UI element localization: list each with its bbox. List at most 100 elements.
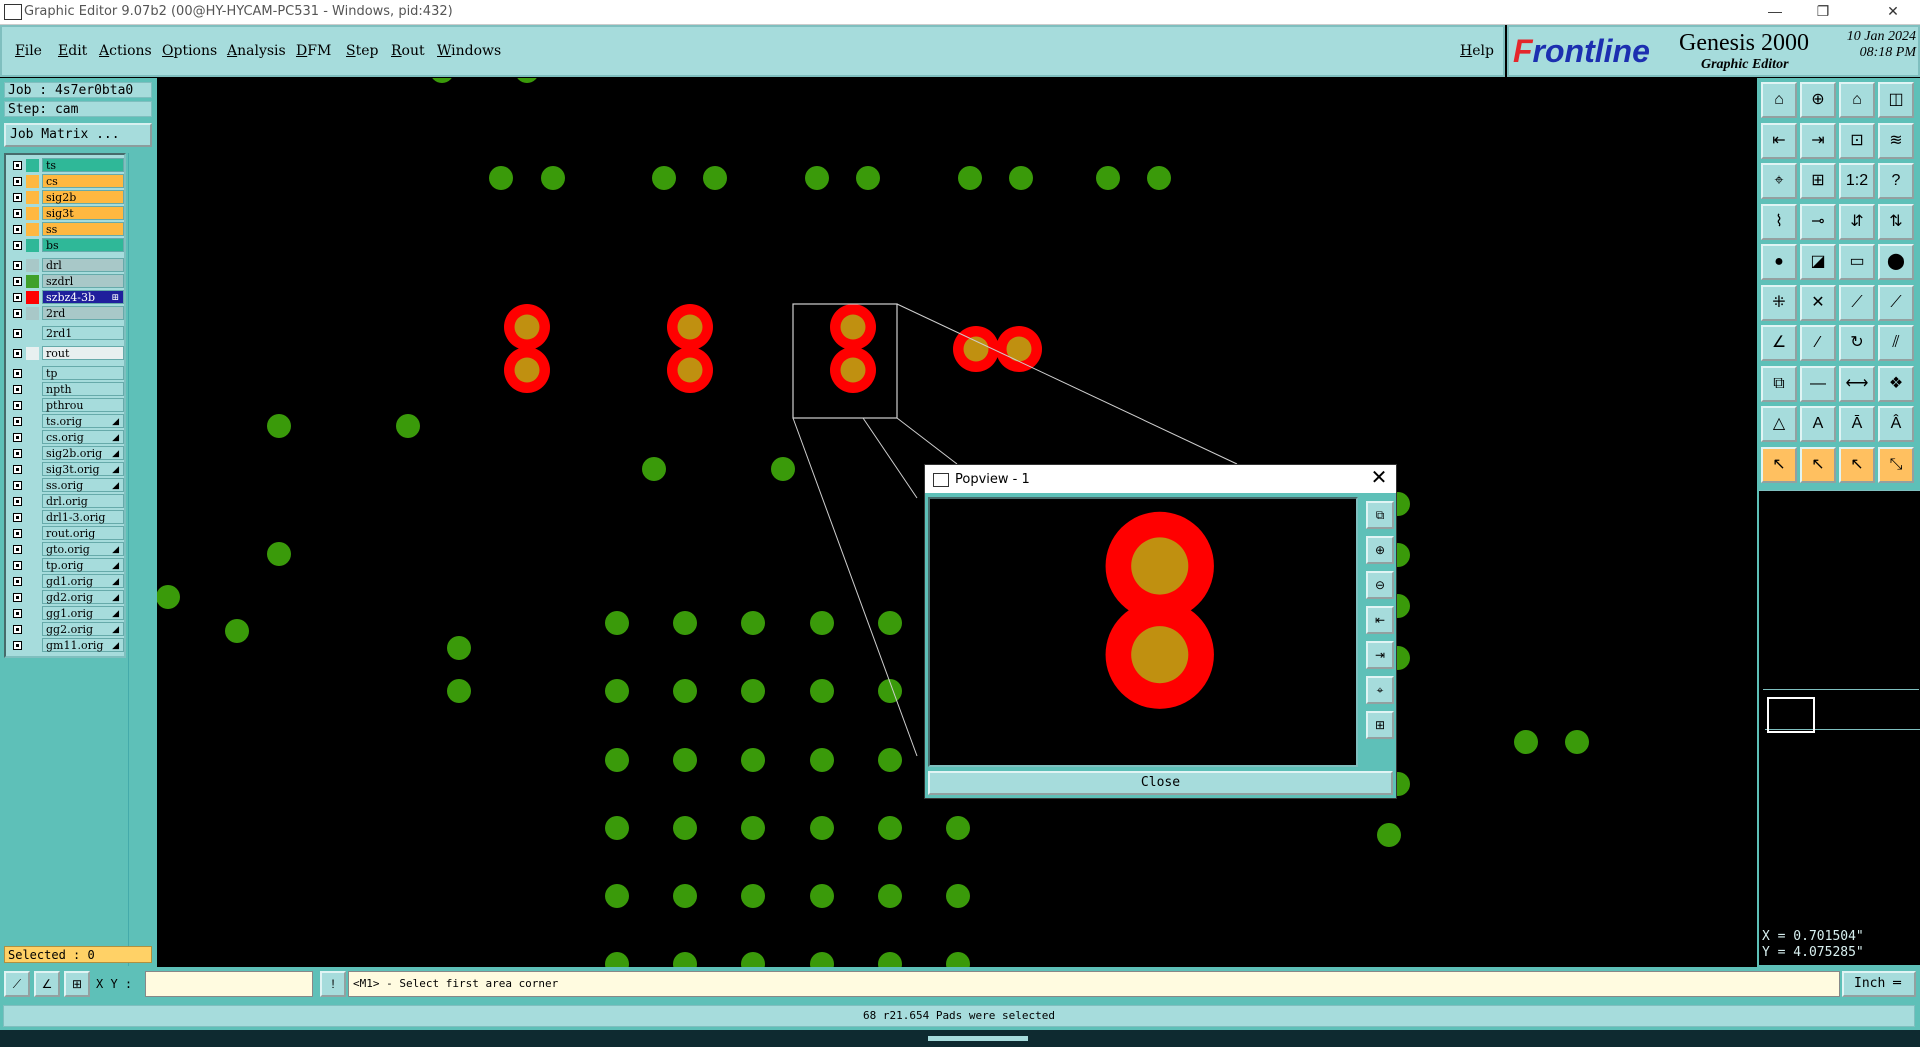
layer-row-gto.orig[interactable]: gto.orig ◢ bbox=[8, 542, 124, 557]
pan-right-icon[interactable]: ⇥ bbox=[1800, 122, 1836, 159]
close-window-button[interactable]: ✕ bbox=[1870, 0, 1916, 24]
layer-color-swatch[interactable] bbox=[26, 607, 39, 620]
layer-checkbox[interactable] bbox=[13, 625, 22, 634]
triangle-icon[interactable]: △ bbox=[1761, 406, 1797, 442]
green-pad[interactable] bbox=[673, 748, 697, 772]
layer-name[interactable]: drl1-3.orig bbox=[42, 510, 124, 524]
layer-row-pthrou[interactable]: pthrou bbox=[8, 398, 124, 413]
green-pad[interactable] bbox=[810, 611, 834, 635]
intersect-icon[interactable]: ✕ bbox=[1800, 284, 1836, 321]
layer-row-sig3t[interactable]: sig3t bbox=[8, 206, 124, 221]
green-pad[interactable] bbox=[1377, 823, 1401, 847]
zoom-fit-icon[interactable]: ⌖ bbox=[1761, 163, 1797, 199]
help-icon[interactable]: ? bbox=[1878, 163, 1914, 199]
line-node-icon[interactable]: ⟋ bbox=[1839, 284, 1875, 321]
layer-checkbox[interactable] bbox=[13, 369, 22, 378]
measure-icon[interactable]: ⊸ bbox=[1800, 203, 1836, 240]
layer-color-swatch[interactable] bbox=[26, 175, 39, 188]
green-pad[interactable] bbox=[673, 611, 697, 635]
layer-name[interactable]: szbz4-3b ⊞ bbox=[42, 290, 124, 304]
green-pad[interactable] bbox=[1096, 166, 1120, 190]
layer-color-swatch[interactable] bbox=[26, 327, 39, 340]
green-pad[interactable] bbox=[958, 166, 982, 190]
layer-checkbox[interactable] bbox=[13, 497, 22, 506]
layer-row-drl[interactable]: drl bbox=[8, 258, 124, 273]
layer-checkbox[interactable] bbox=[13, 277, 22, 286]
layer-checkbox[interactable] bbox=[13, 401, 22, 410]
menu-edit[interactable]: Edit bbox=[58, 43, 87, 59]
layer-name[interactable]: ts bbox=[42, 158, 124, 172]
layer-checkbox[interactable] bbox=[13, 177, 22, 186]
green-pad[interactable] bbox=[673, 679, 697, 703]
green-pad[interactable] bbox=[878, 611, 902, 635]
green-pad[interactable] bbox=[673, 816, 697, 840]
popview-zoom-home-icon[interactable]: ⧉ bbox=[1366, 501, 1394, 529]
layer-color-swatch[interactable] bbox=[26, 479, 39, 492]
selected-pad-core[interactable] bbox=[840, 314, 866, 340]
layer-name[interactable]: tp.orig ◢ bbox=[42, 558, 124, 572]
fit-screen-icon[interactable]: ⊡ bbox=[1839, 122, 1875, 159]
layer-checkbox[interactable] bbox=[13, 261, 22, 270]
layer-row-bs[interactable]: bs bbox=[8, 238, 124, 253]
line-mode-icon[interactable]: ⟋ bbox=[4, 971, 30, 997]
layer-name[interactable]: 2rd1 bbox=[42, 326, 124, 340]
layer-row-tp.orig[interactable]: tp.orig ◢ bbox=[8, 558, 124, 573]
green-pad[interactable] bbox=[489, 166, 513, 190]
menu-help[interactable]: Help bbox=[1460, 43, 1494, 59]
layer-checkbox[interactable] bbox=[13, 593, 22, 602]
zoom-home2-icon[interactable]: ⌂ bbox=[1839, 82, 1875, 118]
green-pad[interactable] bbox=[267, 414, 291, 438]
selected-pad-core[interactable] bbox=[963, 336, 989, 362]
layer-name[interactable]: 2rd bbox=[42, 306, 124, 320]
layer-color-swatch[interactable] bbox=[26, 527, 39, 540]
menu-step[interactable]: Step bbox=[346, 43, 378, 59]
layer-name[interactable]: cs.orig ◢ bbox=[42, 430, 124, 444]
layer-color-swatch[interactable] bbox=[26, 191, 39, 204]
pan-left-icon[interactable]: ⇤ bbox=[1761, 122, 1797, 159]
green-pad[interactable] bbox=[741, 884, 765, 908]
popview-close-icon[interactable]: ✕ bbox=[1365, 467, 1393, 491]
layer-checkbox[interactable] bbox=[13, 641, 22, 650]
layer-down-icon[interactable]: ⇅ bbox=[1878, 203, 1914, 240]
ratio-icon[interactable]: 1:2 bbox=[1839, 163, 1875, 199]
layer-color-swatch[interactable] bbox=[26, 399, 39, 412]
layer-color-swatch[interactable] bbox=[26, 367, 39, 380]
layer-color-swatch[interactable] bbox=[26, 431, 39, 444]
green-pad[interactable] bbox=[946, 816, 970, 840]
stretch-icon[interactable]: ⟷ bbox=[1839, 365, 1875, 402]
layer-name[interactable]: szdrl bbox=[42, 274, 124, 288]
layer-color-swatch[interactable] bbox=[26, 347, 39, 360]
select-pointer-icon[interactable]: ↖ bbox=[1761, 446, 1797, 483]
layer-checkbox[interactable] bbox=[13, 513, 22, 522]
menu-windows[interactable]: Windows bbox=[437, 43, 501, 59]
menu-actions[interactable]: Actions bbox=[99, 43, 152, 59]
green-pad[interactable] bbox=[157, 585, 180, 609]
layer-checkbox[interactable] bbox=[13, 209, 22, 218]
popview-zoom-out-icon[interactable]: ⊖ bbox=[1366, 571, 1394, 599]
layer-checkbox[interactable] bbox=[13, 481, 22, 490]
layer-checkbox[interactable] bbox=[13, 193, 22, 202]
green-pad[interactable] bbox=[605, 884, 629, 908]
green-pad[interactable] bbox=[771, 457, 795, 481]
layer-name[interactable]: drl.orig bbox=[42, 494, 124, 508]
green-pad[interactable] bbox=[1565, 730, 1589, 754]
popview-pan-right-icon[interactable]: ⇥ bbox=[1366, 641, 1394, 669]
popview-close-button[interactable]: Close bbox=[928, 771, 1393, 795]
layer-row-2rd[interactable]: 2rd bbox=[8, 306, 124, 321]
zoom-center-icon[interactable]: ⊞ bbox=[1800, 163, 1836, 199]
green-pad[interactable] bbox=[703, 166, 727, 190]
layer-name[interactable]: gd1.orig ◢ bbox=[42, 574, 124, 588]
layer-checkbox[interactable] bbox=[13, 161, 22, 170]
layer-row-drl1-3.orig[interactable]: drl1-3.orig bbox=[8, 510, 124, 525]
zoom-in-icon[interactable]: ⊕ bbox=[1800, 82, 1836, 118]
green-pad[interactable] bbox=[652, 166, 676, 190]
layer-name[interactable]: gg1.orig ◢ bbox=[42, 606, 124, 620]
green-pad[interactable] bbox=[673, 884, 697, 908]
layer-name[interactable]: sig2b.orig ◢ bbox=[42, 446, 124, 460]
layer-up-icon[interactable]: ⇵ bbox=[1839, 203, 1875, 240]
layer-name[interactable]: ss bbox=[42, 222, 124, 236]
green-pad[interactable] bbox=[541, 166, 565, 190]
layer-row-szdrl[interactable]: szdrl bbox=[8, 274, 124, 289]
layer-name[interactable]: rout bbox=[42, 346, 124, 360]
green-pad[interactable] bbox=[946, 884, 970, 908]
